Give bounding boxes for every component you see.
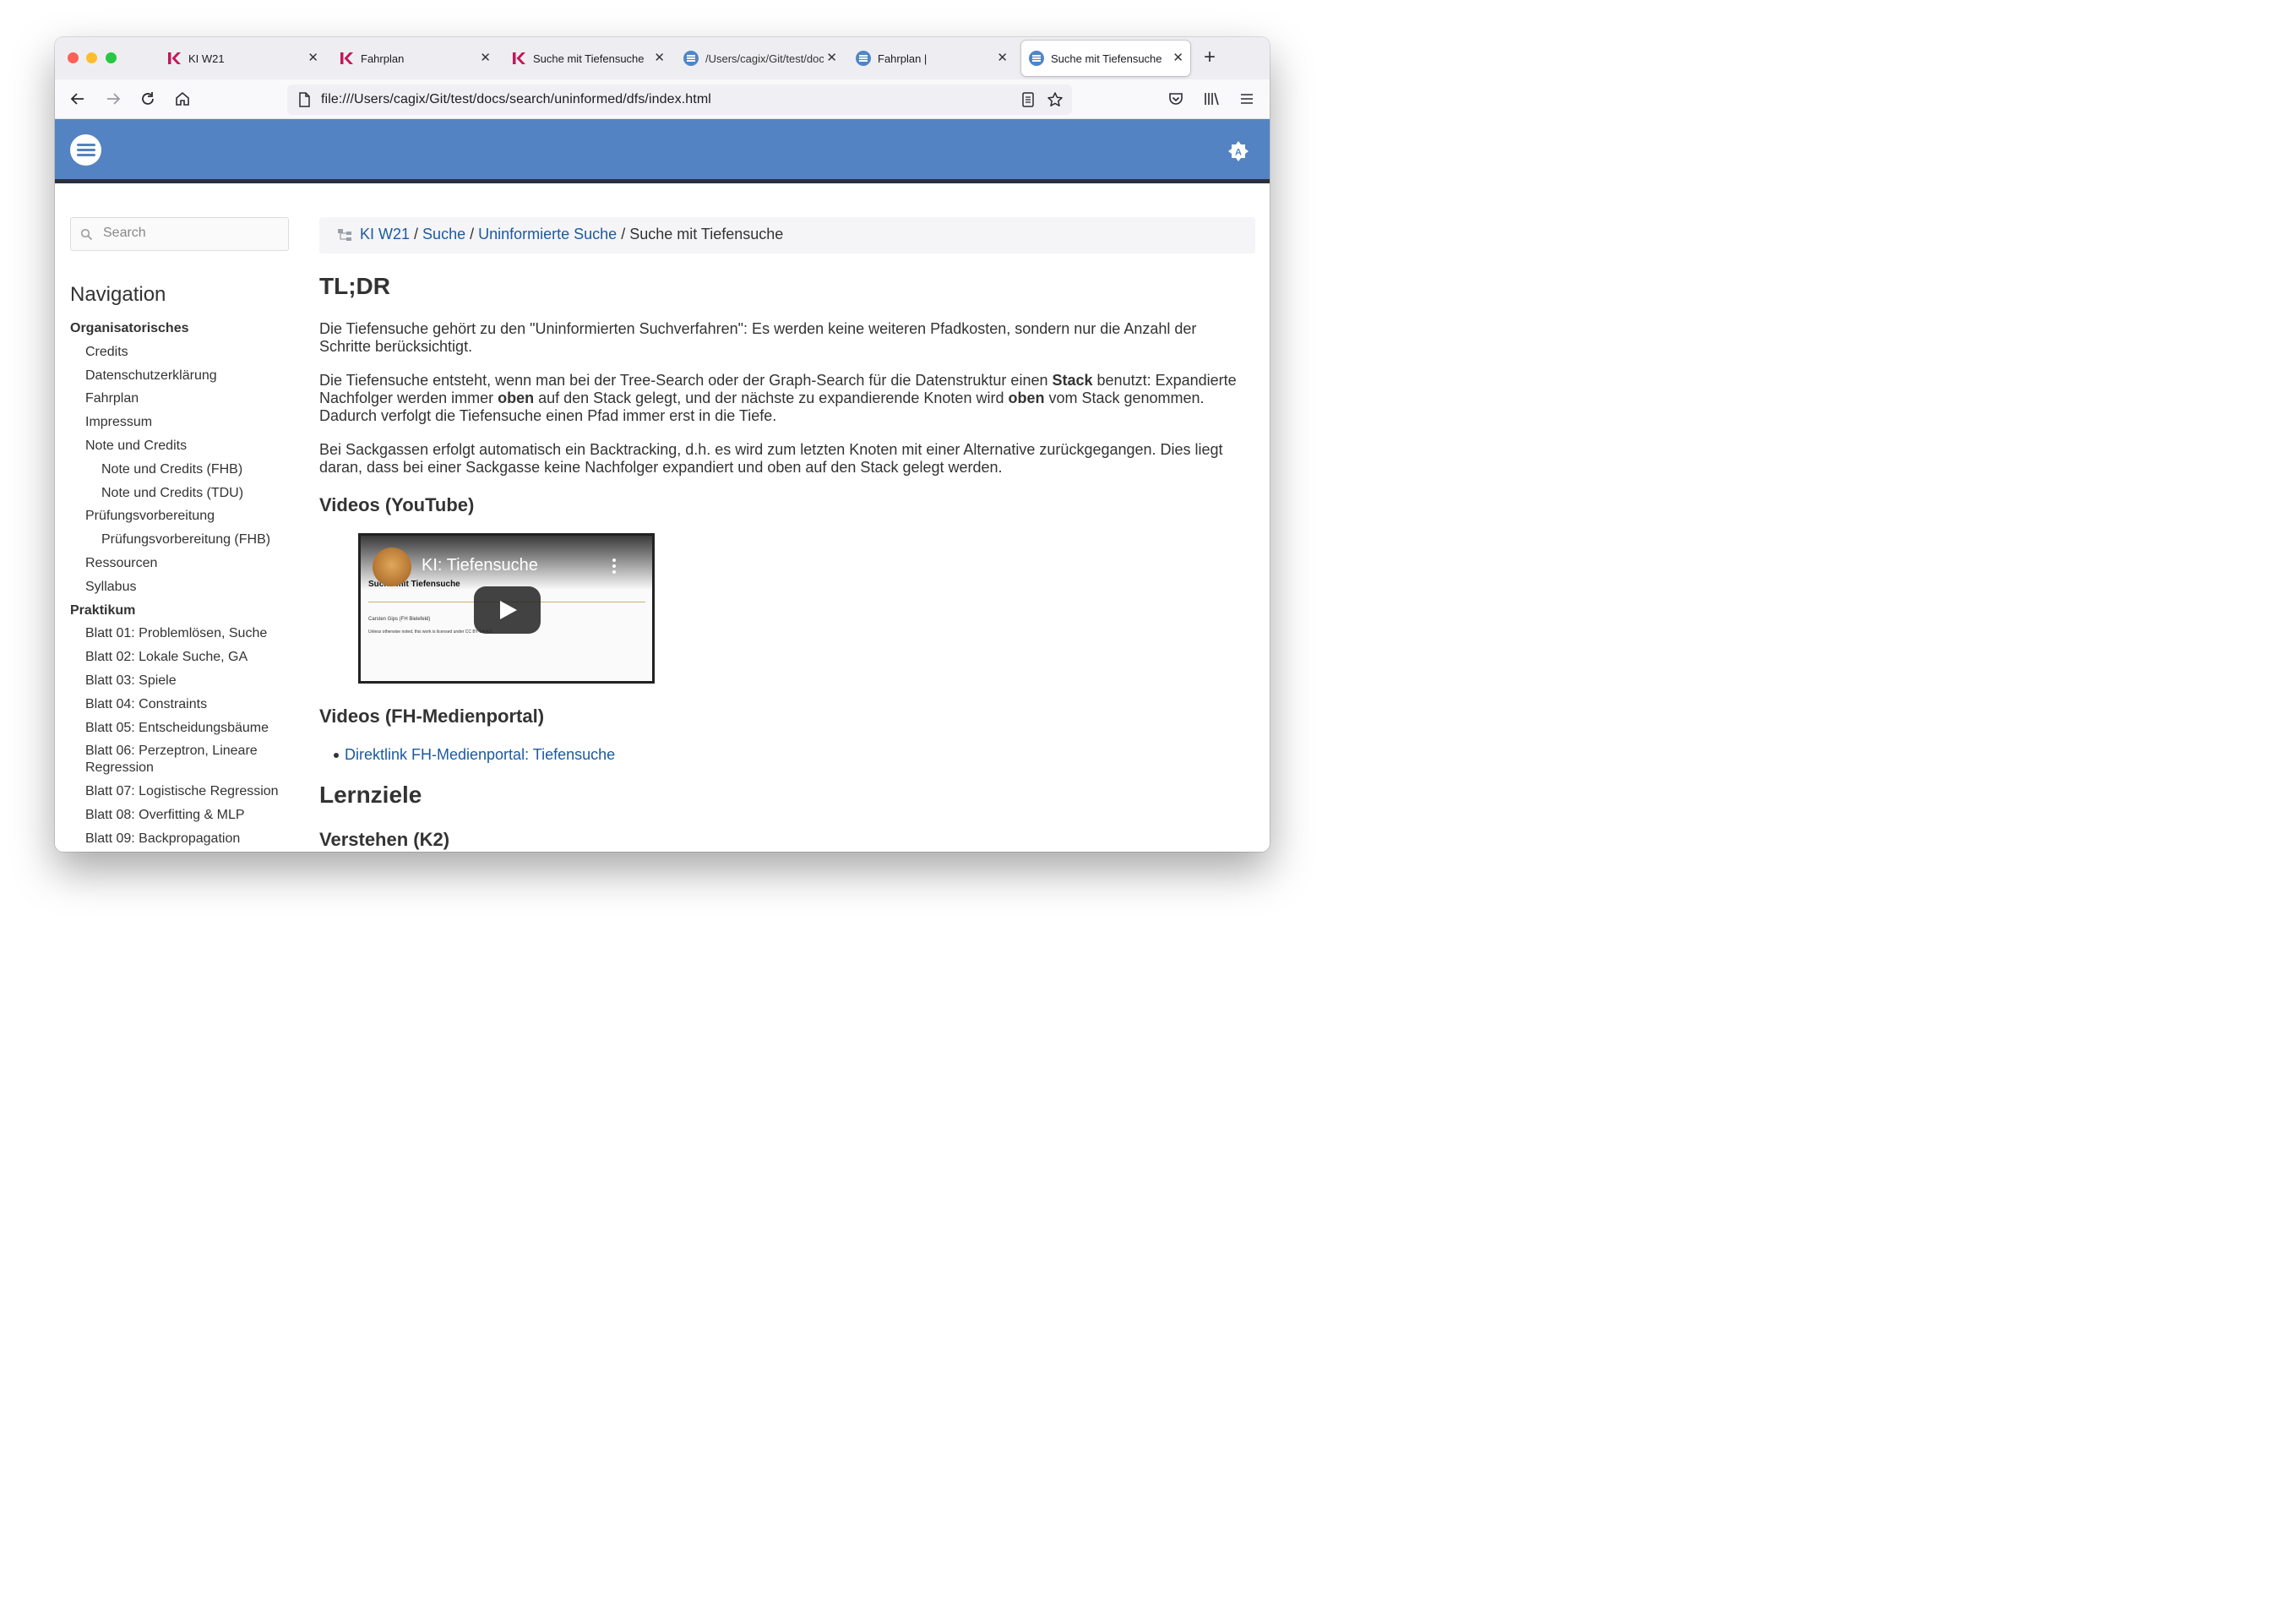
tab-fahrplan-k[interactable]: Fahrplan ✕ xyxy=(339,41,498,76)
close-icon[interactable]: ✕ xyxy=(826,51,837,66)
nav-item-blatt-09[interactable]: Blatt 09: Backpropagation xyxy=(70,831,291,847)
tab-local-file[interactable]: /Users/cagix/Git/test/docs ✕ xyxy=(683,41,842,76)
nav-item-datenschutz[interactable]: Datenschutzerklärung xyxy=(70,368,291,384)
nav-item-note-credits-tdu[interactable]: Note und Credits (TDU) xyxy=(70,485,291,502)
nav-item-blatt-07[interactable]: Blatt 07: Logistische Regression xyxy=(70,783,291,800)
menu-toggle-button[interactable] xyxy=(70,134,101,166)
nav-list: Organisatorisches Credits Datenschutzerk… xyxy=(70,320,291,852)
page-icon xyxy=(299,92,310,107)
bookmark-star-icon[interactable] xyxy=(1047,91,1064,108)
library-icon[interactable] xyxy=(1202,90,1221,108)
doc-icon xyxy=(1029,51,1044,66)
paragraph-intro: Die Tiefensuche gehört zu den "Uninformi… xyxy=(319,320,1197,355)
nav-section-praktikum[interactable]: Praktikum xyxy=(70,602,291,619)
breadcrumb-link-uninformierte-suche[interactable]: Uninformierte Suche xyxy=(478,226,617,242)
window-minimize-button[interactable] xyxy=(86,52,97,63)
nav-item-blatt-06[interactable]: Blatt 06: Perzeptron, Lineare Regression xyxy=(70,743,291,776)
nav-item-blatt-05[interactable]: Blatt 05: Entscheidungsbäume xyxy=(70,720,291,737)
nav-item-fahrplan[interactable]: Fahrplan xyxy=(70,390,291,407)
medienportal-link[interactable]: Direktlink FH-Medienportal: Tiefensuche xyxy=(345,746,615,763)
tab-strip: KI W21 ✕ Fahrplan ✕ Suche mit Tiefensuch… xyxy=(55,37,1270,79)
more-options-icon[interactable] xyxy=(612,559,616,576)
k-logo-icon xyxy=(340,52,353,64)
tab-label: KI W21 xyxy=(188,52,225,65)
heading-videos-medienportal: Videos (FH-Medienportal) xyxy=(319,706,545,727)
window-close-button[interactable] xyxy=(68,52,79,63)
nav-item-blatt-02[interactable]: Blatt 02: Lokale Suche, GA xyxy=(70,649,291,666)
breadcrumb-link-ki-w21[interactable]: KI W21 xyxy=(360,226,410,242)
nav-toolbar: file:///Users/cagix/Git/test/docs/search… xyxy=(55,79,1270,119)
heading-verstehen: Verstehen (K2) xyxy=(319,829,450,850)
heading-lernziele: Lernziele xyxy=(319,782,422,808)
breadcrumb-current: Suche mit Tiefensuche xyxy=(629,226,784,242)
close-icon[interactable]: ✕ xyxy=(307,51,318,66)
medienportal-links: Direktlink FH-Medienportal: Tiefensuche xyxy=(333,746,615,764)
tab-ki-w21[interactable]: KI W21 ✕ xyxy=(166,41,325,76)
nav-item-impressum[interactable]: Impressum xyxy=(70,414,291,431)
address-bar[interactable]: file:///Users/cagix/Git/test/docs/search… xyxy=(287,84,1072,115)
nav-item-syllabus[interactable]: Syllabus xyxy=(70,579,291,596)
close-icon[interactable]: ✕ xyxy=(654,51,665,66)
paragraph-stack: Die Tiefensuche entsteht, wenn man bei d… xyxy=(319,372,1237,424)
doc-icon xyxy=(683,51,699,66)
tab-label: Fahrplan | xyxy=(878,52,928,65)
tab-label: Suche mit Tiefensuche xyxy=(1051,52,1162,65)
nav-item-credits[interactable]: Credits xyxy=(70,344,291,361)
theme-toggle-icon[interactable]: A xyxy=(1227,140,1249,162)
heading-tldr: TL;DR xyxy=(319,273,390,299)
nav-item-blatt-04[interactable]: Blatt 04: Constraints xyxy=(70,696,291,713)
channel-avatar[interactable] xyxy=(373,548,411,586)
forward-arrow-icon[interactable] xyxy=(104,90,122,108)
video-slide-license: Unless otherwise noted, this work is lic… xyxy=(368,629,493,635)
search-input[interactable] xyxy=(103,226,272,241)
pocket-icon[interactable] xyxy=(1167,90,1185,108)
close-icon[interactable]: ✕ xyxy=(480,51,491,66)
search-icon xyxy=(80,228,93,241)
nav-item-ressourcen[interactable]: Ressourcen xyxy=(70,555,291,572)
doc-icon xyxy=(856,51,871,66)
video-slide-author: Carsten Gips (FH Bielefeld) xyxy=(368,617,431,622)
nav-section-organisatorisches[interactable]: Organisatorisches xyxy=(70,320,291,337)
web-page: A Navigation Organisatorisches Credits D… xyxy=(55,119,1270,852)
window-maximize-button[interactable] xyxy=(106,52,117,63)
breadcrumb: KI W21 / Suche / Uninformierte Suche / S… xyxy=(319,217,1255,253)
new-tab-button[interactable]: + xyxy=(1204,47,1216,68)
home-icon[interactable] xyxy=(173,90,192,108)
k-logo-icon xyxy=(168,52,181,64)
svg-text:A: A xyxy=(1235,148,1242,158)
paragraph-backtracking: Bei Sackgassen erfolgt automatisch ein B… xyxy=(319,441,1223,476)
youtube-embed[interactable]: Suche mit Tiefensuche Carsten Gips (FH B… xyxy=(358,533,655,684)
nav-item-blatt-03[interactable]: Blatt 03: Spiele xyxy=(70,673,291,689)
breadcrumb-link-suche[interactable]: Suche xyxy=(422,226,465,242)
tab-label: /Users/cagix/Git/test/docs xyxy=(705,52,824,65)
nav-item-note-credits[interactable]: Note und Credits xyxy=(70,438,291,455)
video-title[interactable]: KI: Tiefensuche xyxy=(422,556,538,575)
sitemap-icon xyxy=(338,229,351,241)
sidebar-search[interactable] xyxy=(70,217,289,251)
back-arrow-icon[interactable] xyxy=(68,90,87,108)
nav-item-pruefung-fhb[interactable]: Prüfungsvorbereitung (FHB) xyxy=(70,531,291,548)
tab-suche-k[interactable]: Suche mit Tiefensuche ✕ xyxy=(511,41,670,76)
close-icon[interactable]: ✕ xyxy=(997,51,1008,66)
browser-window: KI W21 ✕ Fahrplan ✕ Suche mit Tiefensuch… xyxy=(55,37,1270,852)
tab-label: Suche mit Tiefensuche xyxy=(533,52,645,65)
hamburger-menu-icon[interactable] xyxy=(1238,90,1256,108)
heading-videos-youtube: Videos (YouTube) xyxy=(319,494,475,515)
url-text: file:///Users/cagix/Git/test/docs/search… xyxy=(321,92,711,106)
reload-icon[interactable] xyxy=(139,90,157,108)
nav-item-blatt-01[interactable]: Blatt 01: Problemlösen, Suche xyxy=(70,625,291,642)
nav-item-pruefung[interactable]: Prüfungsvorbereitung xyxy=(70,508,291,525)
site-header: A xyxy=(55,119,1270,183)
list-item: Direktlink FH-Medienportal: Tiefensuche xyxy=(333,746,615,764)
nav-heading: Navigation xyxy=(70,283,166,306)
tab-fahrplan-doc[interactable]: Fahrplan | ✕ xyxy=(856,41,1015,76)
nav-item-note-credits-fhb[interactable]: Note und Credits (FHB) xyxy=(70,461,291,478)
close-icon[interactable]: ✕ xyxy=(1172,51,1183,66)
tab-suche-active[interactable]: Suche mit Tiefensuche ✕ xyxy=(1021,41,1190,76)
nav-item-blatt-08[interactable]: Blatt 08: Overfitting & MLP xyxy=(70,807,291,824)
k-logo-icon xyxy=(513,52,525,64)
tab-label: Fahrplan xyxy=(361,52,405,65)
reader-view-icon[interactable] xyxy=(1021,92,1035,107)
play-button[interactable] xyxy=(474,586,541,634)
